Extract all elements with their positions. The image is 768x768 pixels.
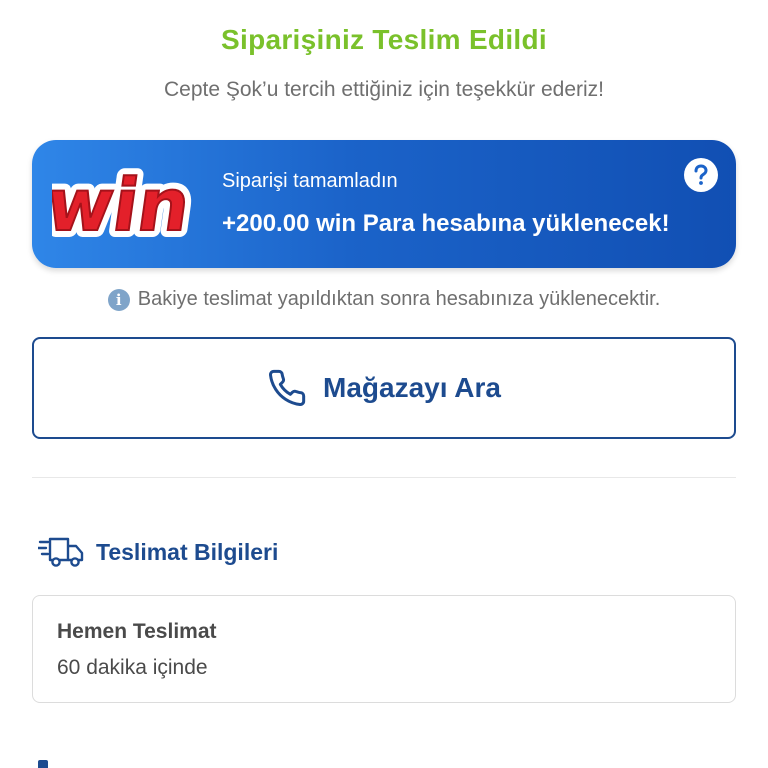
delivery-type: Hemen Teslimat	[57, 620, 217, 643]
call-store-button[interactable]: Mağazayı Ara	[32, 337, 736, 439]
delivery-section-title: Teslimat Bilgileri	[96, 538, 279, 565]
delivery-truck-icon	[38, 537, 84, 567]
balance-info-note: i Bakiye teslimat yapıldıktan sonra hesa…	[0, 288, 768, 311]
banner-reward-amount: +200.00 win Para hesabına yüklenecek!	[222, 210, 670, 237]
delivery-section-header: Teslimat Bilgileri	[38, 536, 278, 568]
delivery-info-card: Hemen Teslimat 60 dakika içinde	[32, 595, 736, 703]
win-logo: win win	[52, 157, 202, 252]
phone-icon	[269, 369, 306, 406]
banner-order-complete: Siparişi tamamladın	[222, 170, 398, 192]
question-mark-glyph	[694, 164, 708, 185]
section-divider	[32, 477, 736, 478]
win-reward-banner: win win Siparişi tamamladın +200.00 win …	[32, 140, 736, 268]
next-section-icon	[38, 760, 48, 768]
page-title: Siparişiniz Teslim Edildi	[221, 24, 547, 55]
info-icon: i	[107, 288, 130, 311]
balance-info-text: Bakiye teslimat yapıldıktan sonra hesabı…	[137, 288, 661, 310]
thank-you-message: Cepte Şok’u tercih ettiğiniz için teşekk…	[163, 78, 605, 101]
delivery-time: 60 dakika içinde	[57, 656, 208, 679]
call-store-label: Mağazayı Ara	[323, 372, 501, 403]
question-circle-icon[interactable]	[684, 158, 718, 192]
win-logo-text: win	[52, 164, 195, 248]
